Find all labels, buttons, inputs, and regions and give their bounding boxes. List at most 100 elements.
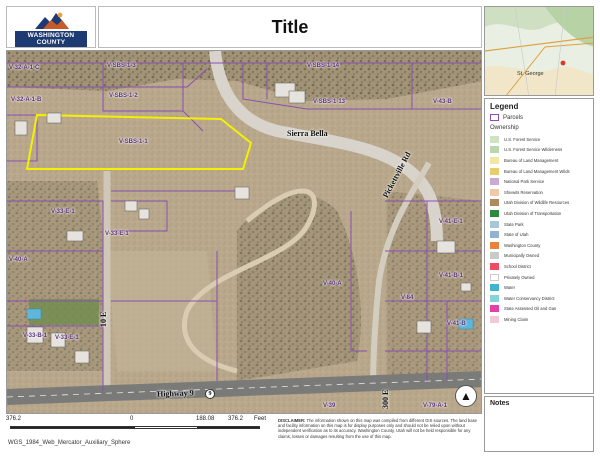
scale-bar xyxy=(10,426,260,429)
parcel-label: V-SBS-1-1 xyxy=(119,139,148,145)
title-box: Title xyxy=(98,6,482,48)
scale-unit: Feet xyxy=(254,416,267,422)
legend-item: Mining Claim xyxy=(490,314,588,325)
parcel-label: V-33-E-1 xyxy=(51,209,75,215)
legend-swatch-icon xyxy=(490,220,499,228)
legend-item: Privately Owned xyxy=(490,272,588,283)
parcel-label: V-SBS-1-14 xyxy=(307,63,340,69)
legend-item: Utah Division of Wildlife Resources xyxy=(490,198,588,209)
mountain-logo-icon xyxy=(35,12,69,29)
parcel-label: V-SBS-1-13 xyxy=(313,99,346,105)
legend-item-label: State Park xyxy=(504,221,524,227)
parcel-label: V-33-B-1 xyxy=(23,333,48,339)
parcel-label: V-32-A-1-C xyxy=(9,65,40,71)
legend-swatch-icon xyxy=(490,262,499,270)
parcel-label: V-79-A-1 xyxy=(423,403,448,409)
parcel-label: V-SBS-1-2 xyxy=(109,93,138,99)
legend-swatch-icon xyxy=(490,199,499,207)
disclaimer: DISCLAIMER: The information shown on thi… xyxy=(278,418,480,439)
legend-item: Bureau of Land Management Wilds xyxy=(490,166,588,177)
parcel-label: V-33-E-1 xyxy=(55,335,79,341)
legend-item: Municipally Owned xyxy=(490,251,588,262)
scale-label-zero: 0 xyxy=(130,416,134,422)
parcel-label: V-32-A-1-B xyxy=(11,97,42,103)
road-label-300: 300 E xyxy=(381,389,390,409)
legend-item: U.S. Forest Service Wilderness xyxy=(490,145,588,156)
legend-swatch-icon xyxy=(490,273,499,281)
legend-item: State Park xyxy=(490,219,588,230)
legend-item: Water Conservancy District xyxy=(490,293,588,304)
legend-swatch-icon xyxy=(490,188,499,196)
projection-label: WGS_1984_Web_Mercator_Auxiliary_Sphere xyxy=(8,440,131,446)
legend-swatch-icon xyxy=(490,146,499,154)
legend-swatch-icon xyxy=(490,178,499,186)
parcel-label: V-41-B xyxy=(447,321,466,327)
legend-swatch-icon xyxy=(490,231,499,239)
legend-title: Legend xyxy=(490,102,519,111)
legend-item-label: Water Conservancy District xyxy=(504,295,555,301)
location-marker-icon xyxy=(560,60,566,66)
scale-label-right: 376.2 xyxy=(228,416,244,422)
legend-swatch-icon xyxy=(490,167,499,175)
legend-item-label: Utah Division of Wildlife Resources xyxy=(504,200,570,206)
scale-label-left: 376.2 xyxy=(6,416,22,422)
legend-item-label: Municipally Owned xyxy=(504,253,540,259)
legend-ownership-heading: Ownership xyxy=(490,125,519,131)
main-map[interactable]: V-SBS-1-3 V-SBS-1-14 V-SBS-1-2 V-SBS-1-1… xyxy=(6,50,482,414)
scale-segment xyxy=(197,427,259,428)
legend-item-label: State Assessed Oil and Gas xyxy=(504,306,557,312)
legend-swatch-icon xyxy=(490,156,499,164)
parcel-label: V-33-E-1 xyxy=(105,231,129,237)
legend: Legend Parcels Ownership U.S. Forest Ser… xyxy=(484,98,594,394)
legend-swatch-icon xyxy=(490,135,499,143)
legend-swatch-icon xyxy=(490,305,499,313)
legend-item-label: National Park Service xyxy=(504,179,545,185)
legend-item: State of Utah xyxy=(490,229,588,240)
page-title[interactable]: Title xyxy=(272,17,309,38)
aerial-imagery xyxy=(7,51,481,413)
road-label-sierra-bella: Sierra Bella xyxy=(287,129,328,138)
legend-item: Shivwits Reservation xyxy=(490,187,588,198)
north-arrow-icon: ▲ xyxy=(455,385,477,407)
road-label-10-e: 10 E xyxy=(99,311,108,327)
legend-parcels-row: Parcels xyxy=(490,114,588,121)
inset-city-label: St. George xyxy=(517,71,544,77)
legend-item-label: School District xyxy=(504,263,531,269)
parcel-label: V-39 xyxy=(323,403,336,409)
inset-map[interactable]: St. George xyxy=(484,6,594,96)
legend-ownership-list: U.S. Forest Service U.S. Forest Service W… xyxy=(490,134,588,325)
legend-item-label: Mining Claim xyxy=(504,316,529,322)
legend-swatch-icon xyxy=(490,284,499,292)
legend-item-label: Water xyxy=(504,285,516,291)
legend-item: Washington County xyxy=(490,240,588,251)
road-label-highway-9: Highway 9 xyxy=(156,388,194,399)
legend-item-label: Privately Owned xyxy=(504,274,535,280)
parcel-swatch-icon xyxy=(490,114,499,121)
legend-swatch-icon xyxy=(490,315,499,323)
legend-item-label: Bureau of Land Management xyxy=(504,157,559,163)
legend-swatch-icon xyxy=(490,252,499,260)
legend-item: School District xyxy=(490,261,588,272)
legend-item: Water xyxy=(490,282,588,293)
legend-item-label: Shivwits Reservation xyxy=(504,189,543,195)
map-layout: WASHINGTON COUNTY UTAH Title V-SBS-1-3 V… xyxy=(0,0,600,458)
scale-bar-area: 376.2 0 188.08 376.2 Feet WGS_1984_Web_M… xyxy=(6,416,276,452)
scale-segment xyxy=(11,427,135,428)
parcel-label: V-SBS-1-3 xyxy=(107,63,136,69)
legend-swatch-icon xyxy=(490,241,499,249)
legend-item: National Park Service xyxy=(490,176,588,187)
legend-item-label: Washington County xyxy=(504,242,541,248)
legend-parcels-label: Parcels xyxy=(503,114,524,121)
notes-title: Notes xyxy=(490,400,510,407)
legend-item-label: U.S. Forest Service Wilderness xyxy=(504,147,563,153)
county-logo: WASHINGTON COUNTY UTAH xyxy=(6,6,96,48)
legend-item-label: Utah Division of Transportation xyxy=(504,210,562,216)
legend-item: Utah Division of Transportation xyxy=(490,208,588,219)
parcel-label: V-84 xyxy=(401,295,414,301)
legend-swatch-icon xyxy=(490,209,499,217)
notes-panel: Notes xyxy=(484,396,594,452)
legend-item-label: State of Utah xyxy=(504,232,529,238)
parcel-label: V-43-B xyxy=(433,99,452,105)
highway-9-shield-icon: 9 xyxy=(205,389,215,399)
scale-segment xyxy=(135,427,197,428)
